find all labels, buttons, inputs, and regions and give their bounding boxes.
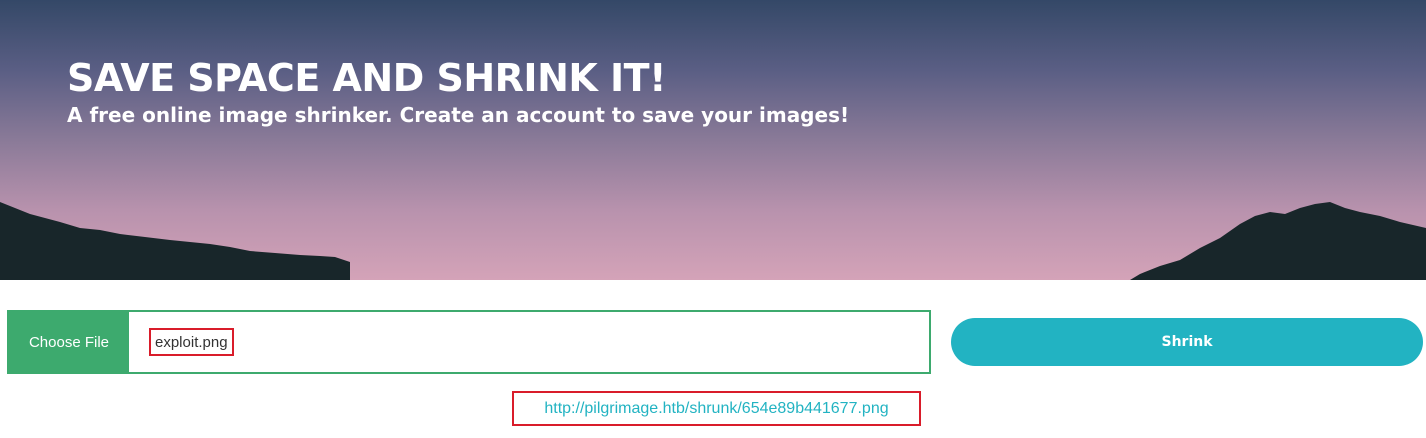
selected-filename: exploit.png bbox=[155, 333, 228, 351]
mountain-silhouette-icon bbox=[0, 202, 1426, 280]
page-title: SAVE SPACE AND SHRINK IT! bbox=[67, 56, 666, 100]
result-highlight: http://pilgrimage.htb/shrunk/654e89b4416… bbox=[512, 391, 921, 426]
shrunk-image-link[interactable]: http://pilgrimage.htb/shrunk/654e89b4416… bbox=[544, 400, 888, 418]
shrink-button[interactable]: Shrink bbox=[951, 318, 1423, 366]
page-subtitle: A free online image shrinker. Create an … bbox=[67, 103, 850, 127]
filename-highlight: exploit.png bbox=[149, 328, 234, 356]
file-upload-field[interactable]: Choose File exploit.png bbox=[7, 310, 931, 374]
choose-file-button[interactable]: Choose File bbox=[9, 312, 129, 372]
hero-banner: SAVE SPACE AND SHRINK IT! A free online … bbox=[0, 0, 1426, 280]
